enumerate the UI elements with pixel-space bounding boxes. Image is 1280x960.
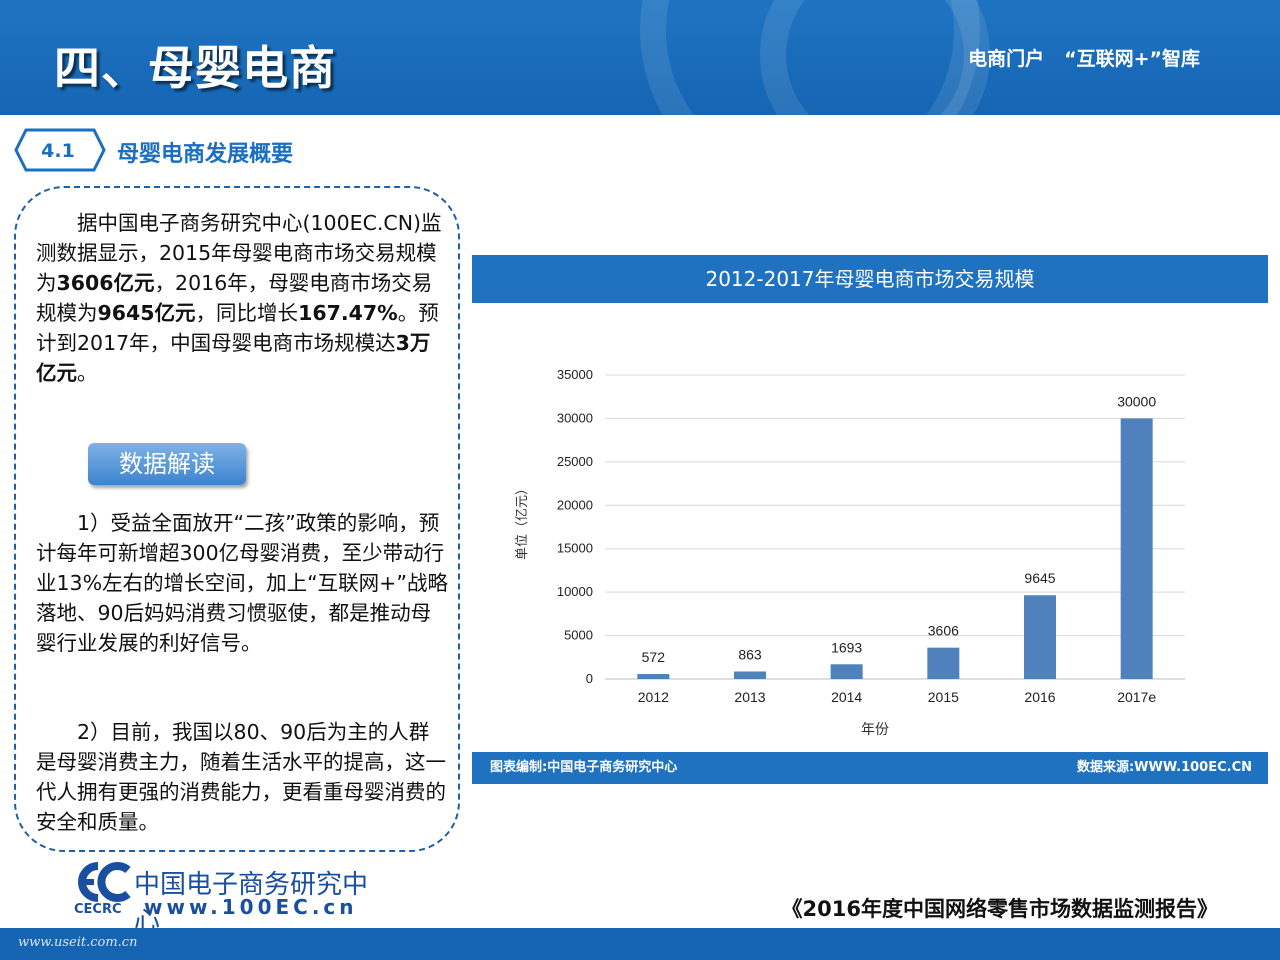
point-1-text: 1）受益全面放开“二孩”政策的影响，预计每年可新增超300亿母婴消费，至少带动行… xyxy=(36,511,448,655)
y-tick-label: 20000 xyxy=(557,497,593,512)
x-axis-title: 年份 xyxy=(861,722,889,738)
x-tick-label: 2012 xyxy=(638,689,669,705)
chart-credits: 图表编制:中国电子商务研究中心 数据来源:WWW.100EC.CN xyxy=(472,752,1268,784)
portal-label: 电商门户 xyxy=(968,48,1045,70)
x-tick-label: 2013 xyxy=(734,689,765,705)
y-axis-title: 单位（亿元） xyxy=(515,482,530,560)
data-label: 3606 xyxy=(928,623,959,639)
interpretation-point-2: 2）目前，我国以80、90后为主的人群是母婴消费主力，随着生活水平的提高，这一代… xyxy=(36,717,448,837)
page-title: 四、母婴电商 xyxy=(54,41,336,95)
report-title: 《2016年度中国网络零售市场数据监测报告》 xyxy=(781,897,1218,921)
header-banner: 四、母婴电商 电商门户 “互联网+”智库 xyxy=(0,0,1280,115)
summary-text: 。 xyxy=(77,361,98,385)
bar xyxy=(1024,595,1056,679)
highlight-growth-rate: 167.47% xyxy=(298,301,398,325)
summary-text: ，同比增长 xyxy=(195,301,299,325)
y-tick-label: 0 xyxy=(586,671,593,686)
section-number-badge: 4.1 xyxy=(14,128,106,172)
bar-chart: 0 5000 10000 15000 20000 25000 30000 35000 572 20… xyxy=(515,367,1185,738)
footer-bar xyxy=(0,928,1280,960)
chart-title: 2012-2017年母婴电商市场交易规模 xyxy=(472,255,1268,303)
y-tick-label: 10000 xyxy=(557,584,593,599)
summary-paragraph: 据中国电子商务研究中心(100EC.CN)监测数据显示，2015年母婴电商市场交… xyxy=(36,208,448,388)
logo-url: www.100EC.cn xyxy=(144,895,358,919)
bar xyxy=(1120,418,1153,679)
cecrc-logo-mark xyxy=(78,862,131,902)
header-tagline: 电商门户 “互联网+”智库 xyxy=(968,44,1200,71)
data-label: 1693 xyxy=(831,639,862,655)
x-tick-label: 2017e xyxy=(1117,689,1156,705)
section-number: 4.1 xyxy=(41,140,75,162)
y-tick-label: 30000 xyxy=(557,410,593,425)
highlight-2016-value: 9645亿元 xyxy=(97,301,196,325)
bar xyxy=(734,671,766,679)
cecrc-logo: CECRC 中国电子商务研究中心 www.100EC.cn xyxy=(72,862,372,937)
y-tick-label: 35000 xyxy=(557,367,593,382)
chart-credit-right: 数据来源:WWW.100EC.CN xyxy=(1076,760,1252,775)
think-tank-label: “互联网+”智库 xyxy=(1064,48,1200,70)
interpretation-point-1: 1）受益全面放开“二孩”政策的影响，预计每年可新增超300亿母婴消费，至少带动行… xyxy=(36,508,448,658)
logo-abbreviation: CECRC xyxy=(74,902,122,917)
bar xyxy=(637,674,670,679)
point-2-text: 2）目前，我国以80、90后为主的人群是母婴消费主力，随着生活水平的提高，这一代… xyxy=(36,720,446,834)
data-label: 572 xyxy=(642,649,666,665)
section-title: 母婴电商发展概要 xyxy=(117,142,294,167)
data-interpretation-label: 数据解读 xyxy=(88,443,246,485)
x-tick-label: 2015 xyxy=(928,689,959,705)
data-label: 863 xyxy=(738,647,762,663)
highlight-2015-value: 3606亿元 xyxy=(56,271,155,295)
y-tick-label: 5000 xyxy=(564,628,593,643)
decorative-swirl xyxy=(760,0,990,115)
data-label: 30000 xyxy=(1117,393,1156,409)
footer-watermark-url: www.useit.com.cn xyxy=(18,935,138,950)
bar xyxy=(927,647,960,679)
chart-credit-left: 图表编制:中国电子商务研究中心 xyxy=(490,760,678,775)
bar xyxy=(830,664,863,679)
y-tick-label: 25000 xyxy=(557,454,593,469)
x-tick-label: 2014 xyxy=(831,689,862,705)
data-label: 9645 xyxy=(1024,570,1055,586)
x-tick-label: 2016 xyxy=(1024,689,1055,705)
y-tick-label: 15000 xyxy=(557,541,593,556)
